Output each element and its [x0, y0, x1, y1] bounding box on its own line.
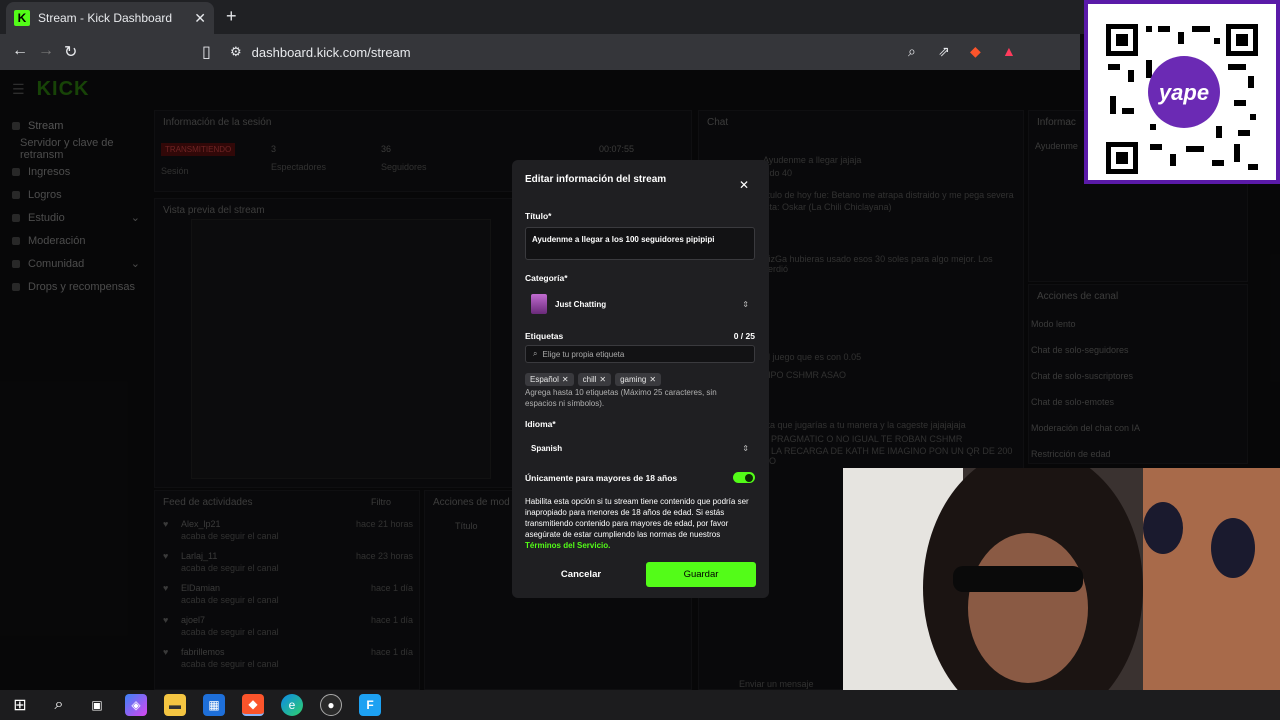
- search-icon[interactable]: ⌕: [48, 694, 70, 716]
- category-label: Categoría*: [525, 273, 568, 283]
- site-settings-icon[interactable]: ⚙: [230, 44, 242, 60]
- qr-code: yape: [1088, 4, 1276, 180]
- select-arrows-icon: ⇕: [742, 299, 749, 309]
- language-label: Idioma*: [525, 419, 556, 429]
- webcam-feed: [843, 468, 1280, 720]
- tab-title: Stream - Kick Dashboard: [38, 11, 173, 25]
- back-icon[interactable]: ←: [12, 42, 28, 60]
- windows-taskbar: ⊞ ⌕ ▣ ◈ ▬ ▦ ◆ e ● F: [0, 690, 1280, 720]
- adult-help-text: Habilita esta opción si tu stream tiene …: [525, 497, 749, 550]
- browser-tab[interactable]: K Stream - Kick Dashboard ✕: [6, 2, 214, 34]
- obs-icon[interactable]: ●: [320, 694, 342, 716]
- yape-logo: yape: [1158, 80, 1209, 105]
- adult-label: Únicamente para mayores de 18 años: [525, 473, 678, 483]
- edge-icon[interactable]: e: [281, 694, 303, 716]
- share-icon[interactable]: ⇗: [938, 43, 950, 60]
- store-icon[interactable]: ▦: [203, 694, 225, 716]
- title-input[interactable]: Ayudenme a llegar a los 100 seguidores p…: [525, 227, 755, 260]
- remove-tag-icon[interactable]: ✕: [649, 375, 656, 384]
- reload-icon[interactable]: ↻: [64, 42, 77, 62]
- brave-browser-icon[interactable]: ◆: [242, 694, 264, 716]
- new-tab-icon[interactable]: +: [226, 6, 237, 27]
- tag-chip[interactable]: gaming ✕: [615, 373, 662, 386]
- save-button[interactable]: Guardar: [646, 562, 756, 587]
- file-explorer-icon[interactable]: ▬: [164, 694, 186, 716]
- language-select[interactable]: Spanish ⇕: [525, 438, 755, 458]
- qr-code-graphic: yape: [1106, 24, 1258, 174]
- title-label: Título*: [525, 211, 552, 221]
- kick-favicon-icon: K: [14, 10, 30, 26]
- browser-toolbar: ← → ↻ ▯ ⚙ dashboard.kick.com/stream ⌕ ⇗ …: [0, 34, 1080, 70]
- yape-qr-overlay: yape: [1084, 0, 1280, 184]
- category-select[interactable]: Just Chatting ⇕: [525, 292, 755, 316]
- tag-list: Español ✕ chill ✕ gaming ✕: [525, 369, 665, 387]
- remove-tag-icon[interactable]: ✕: [599, 375, 606, 384]
- url-text: dashboard.kick.com/stream: [251, 44, 411, 60]
- brave-rewards-icon[interactable]: ▲: [1002, 43, 1016, 59]
- toggle-knob: [745, 473, 753, 482]
- copilot-icon[interactable]: ◈: [125, 694, 147, 716]
- adult-toggle[interactable]: [733, 472, 755, 483]
- tag-chip[interactable]: chill ✕: [577, 373, 612, 386]
- tag-search-input[interactable]: ⌕ Elige tu propia etiqueta: [525, 345, 755, 363]
- zoom-icon[interactable]: ⌕: [908, 43, 916, 60]
- select-arrows-icon: ⇕: [742, 443, 749, 453]
- forward-icon[interactable]: →: [38, 42, 54, 60]
- windows-start-icon[interactable]: ⊞: [9, 694, 31, 716]
- modal-title: Editar información del stream: [525, 174, 667, 185]
- search-icon: ⌕: [533, 349, 538, 358]
- brave-shield-icon[interactable]: ◆: [970, 43, 981, 60]
- remove-tag-icon[interactable]: ✕: [562, 375, 569, 384]
- tags-help-text: Agrega hasta 10 etiquetas (Máximo 25 car…: [525, 388, 717, 408]
- task-view-icon[interactable]: ▣: [86, 694, 108, 716]
- tags-label: Etiquetas: [525, 331, 564, 341]
- terms-link[interactable]: Términos del Servicio.: [525, 541, 610, 550]
- tag-chip[interactable]: Español ✕: [525, 373, 574, 386]
- tags-counter: 0 / 25: [733, 331, 755, 341]
- app-f-icon[interactable]: F: [359, 694, 381, 716]
- webcam-overlay: [843, 468, 1280, 720]
- category-thumbnail-icon: [531, 294, 547, 314]
- bookmark-icon[interactable]: ▯: [202, 42, 211, 62]
- close-icon[interactable]: ✕: [739, 178, 749, 192]
- edit-stream-modal: Editar información del stream ✕ Título* …: [512, 160, 769, 598]
- tab-close-icon[interactable]: ✕: [194, 10, 206, 27]
- cancel-button[interactable]: Cancelar: [525, 562, 637, 587]
